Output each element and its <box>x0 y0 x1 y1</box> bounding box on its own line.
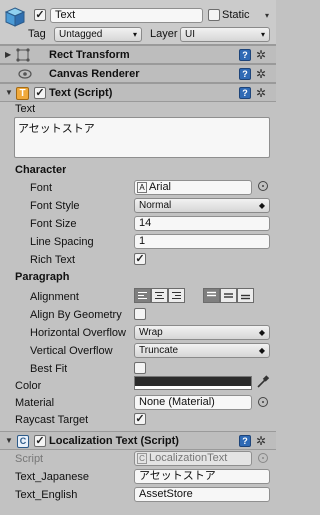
script-component-icon: C <box>17 435 29 448</box>
alignment-label: Alignment <box>30 291 79 303</box>
text-component-icon: T <box>16 87 29 100</box>
rect-transform-icon <box>16 48 30 62</box>
help-icon[interactable]: ? <box>239 49 251 61</box>
layer-label: Layer <box>150 28 178 40</box>
eyedropper-icon[interactable] <box>256 375 270 389</box>
static-checkbox[interactable] <box>208 9 220 21</box>
horizontal-overflow-label: Horizontal Overflow <box>30 327 126 339</box>
rect-transform-fold-icon[interactable]: ▶ <box>5 50 11 59</box>
line-spacing-label: Line Spacing <box>30 236 94 248</box>
align-center-button[interactable] <box>151 288 168 303</box>
text-script-header[interactable]: ▼ T ✓ Text (Script) ? ✲ <box>0 83 276 102</box>
help-icon[interactable]: ? <box>239 68 251 80</box>
align-by-geometry-checkbox[interactable] <box>134 308 146 320</box>
localization-script-header[interactable]: ▼ C ✓ Localization Text (Script) ? ✲ <box>0 431 276 450</box>
raycast-target-checkbox[interactable]: ✓ <box>134 413 146 425</box>
paragraph-section-title: Paragraph <box>15 271 70 283</box>
layer-dropdown-arrow-icon: ▾ <box>260 30 265 39</box>
help-icon[interactable]: ? <box>239 435 251 447</box>
font-size-field[interactable]: 14 <box>134 216 270 231</box>
text-script-title: Text (Script) <box>49 87 113 99</box>
text-area[interactable]: アセットストア <box>14 117 270 158</box>
canvas-renderer-icon <box>18 68 32 80</box>
script-field: C LocalizationText <box>134 451 252 466</box>
vertical-overflow-dropdown[interactable]: Truncate ◆ <box>134 343 270 358</box>
script-label: Script <box>15 453 44 465</box>
font-asset-icon: A <box>137 181 147 193</box>
horizontal-overflow-dropdown[interactable]: Wrap ◆ <box>134 325 270 340</box>
object-picker-icon[interactable] <box>258 397 268 407</box>
rich-text-label: Rich Text <box>30 254 76 266</box>
object-picker-icon <box>258 453 268 463</box>
script-asset-icon: C <box>137 452 147 464</box>
text-japanese-label: Text_Japanese <box>15 471 89 483</box>
best-fit-checkbox[interactable] <box>134 362 146 374</box>
vertical-overflow-label: Vertical Overflow <box>30 345 113 357</box>
align-bottom-button[interactable] <box>237 288 254 303</box>
text-script-enabled-checkbox[interactable]: ✓ <box>34 87 46 99</box>
tag-label: Tag <box>28 28 46 40</box>
material-field[interactable]: None (Material) <box>134 395 252 410</box>
text-script-fold-icon[interactable]: ▼ <box>5 88 13 97</box>
canvas-renderer-title: Canvas Renderer <box>49 68 140 80</box>
rect-transform-header[interactable]: ▶ Rect Transform ? ✲ <box>0 45 276 64</box>
align-top-button[interactable] <box>203 288 220 303</box>
rich-text-checkbox[interactable]: ✓ <box>134 253 146 265</box>
line-spacing-field[interactable]: 1 <box>134 234 270 249</box>
font-label: Font <box>30 182 53 194</box>
tag-dropdown-arrow-icon: ▾ <box>132 30 137 39</box>
vertical-overflow-dropdown-arrow-icon: ◆ <box>258 346 265 355</box>
raycast-target-label: Raycast Target <box>15 414 89 426</box>
localization-fold-icon[interactable]: ▼ <box>5 436 13 445</box>
gameobject-header: ✓ Text Static ▾ Tag Untagged ▾ Layer UI ▾ <box>0 0 276 45</box>
tag-dropdown[interactable]: Untagged ▾ <box>54 27 142 42</box>
color-label: Color <box>15 380 42 392</box>
character-section-title: Character <box>15 164 67 176</box>
static-dropdown-icon[interactable]: ▾ <box>265 11 269 20</box>
horizontal-overflow-dropdown-arrow-icon: ◆ <box>258 328 265 337</box>
gear-icon[interactable]: ✲ <box>256 49 266 61</box>
text-english-field[interactable]: AssetStore <box>134 487 270 502</box>
align-right-button[interactable] <box>168 288 185 303</box>
text-japanese-field[interactable]: アセットストア <box>134 469 270 484</box>
font-style-label: Font Style <box>30 200 80 212</box>
gameobject-name-field[interactable]: Text <box>50 8 203 23</box>
color-swatch[interactable] <box>134 376 252 390</box>
gameobject-cube-icon <box>4 6 26 28</box>
font-size-label: Font Size <box>30 218 77 230</box>
material-label: Material <box>15 397 55 409</box>
static-label: Static <box>222 9 250 21</box>
layer-dropdown[interactable]: UI ▾ <box>180 27 270 42</box>
localization-enabled-checkbox[interactable]: ✓ <box>34 435 46 447</box>
align-middle-button[interactable] <box>220 288 237 303</box>
gear-icon[interactable]: ✲ <box>256 87 266 99</box>
best-fit-label: Best Fit <box>30 363 68 375</box>
font-field[interactable]: A Arial <box>134 180 252 195</box>
align-by-geometry-label: Align By Geometry <box>30 309 122 321</box>
font-style-dropdown[interactable]: Normal ◆ <box>134 198 270 213</box>
gear-icon[interactable]: ✲ <box>256 68 266 80</box>
text-label: Text <box>15 103 36 115</box>
canvas-renderer-header[interactable]: Canvas Renderer ? ✲ <box>0 64 276 83</box>
font-style-dropdown-arrow-icon: ◆ <box>258 201 265 210</box>
object-picker-icon[interactable] <box>258 181 268 191</box>
active-checkbox[interactable]: ✓ <box>34 9 46 21</box>
localization-script-title: Localization Text (Script) <box>49 435 179 447</box>
align-left-button[interactable] <box>134 288 151 303</box>
help-icon[interactable]: ? <box>239 87 251 99</box>
gear-icon[interactable]: ✲ <box>256 435 266 447</box>
rect-transform-title: Rect Transform <box>49 49 130 61</box>
text-english-label: Text_English <box>15 489 78 501</box>
